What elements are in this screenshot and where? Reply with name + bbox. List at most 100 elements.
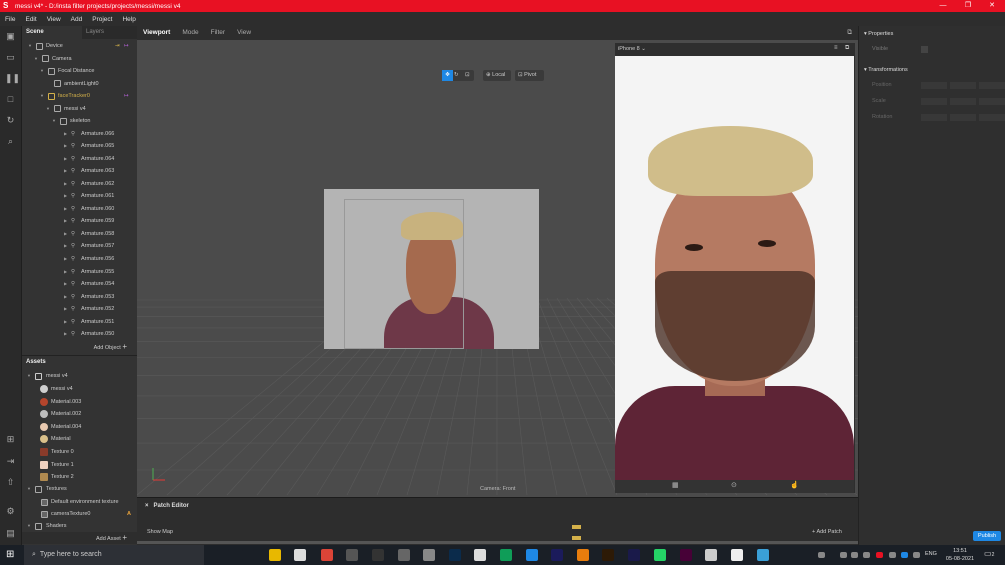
expand-right-icon[interactable]: ▶ xyxy=(64,316,67,328)
expand-right-icon[interactable]: ▶ xyxy=(64,240,67,252)
expand-right-icon[interactable]: ▶ xyxy=(64,203,67,215)
keyboard-icon[interactable] xyxy=(818,552,825,558)
panel-icon[interactable]: ▤ xyxy=(5,528,16,539)
scale-tool-icon[interactable]: ⊡ xyxy=(465,70,470,81)
app-icon[interactable] xyxy=(423,549,435,561)
scene-node-armature[interactable]: ▶ ⚲ Armature.064 xyxy=(22,153,137,165)
menu-help[interactable]: Help xyxy=(117,16,140,23)
scene-node-armature[interactable]: ▶ ⚲ Armature.059 xyxy=(22,215,137,227)
app-icon[interactable] xyxy=(398,549,410,561)
file-explorer-icon[interactable] xyxy=(269,549,281,561)
blender-icon[interactable] xyxy=(577,549,589,561)
taskbar-search[interactable]: ⌕ Type here to search xyxy=(24,545,204,565)
device-select[interactable]: iPhone 8 ⌄ xyxy=(618,45,646,54)
minimize-button[interactable]: — xyxy=(930,0,956,12)
scene-node-armature[interactable]: ▶ ⚲ Armature.065 xyxy=(22,140,137,152)
menu-edit[interactable]: Edit xyxy=(20,16,41,23)
touch-icon[interactable]: ☝ xyxy=(790,481,799,489)
media-encoder-icon[interactable] xyxy=(551,549,563,561)
scene-node-armature[interactable]: ▶ ⚲ Armature.056 xyxy=(22,253,137,265)
expand-right-icon[interactable]: ▶ xyxy=(64,140,67,152)
language-indicator[interactable]: ENG xyxy=(925,551,937,557)
scene-node-armature[interactable]: ▶ ⚲ Armature.058 xyxy=(22,228,137,240)
scene-node-armature[interactable]: ▶ ⚲ Armature.051 xyxy=(22,316,137,328)
expand-right-icon[interactable]: ▶ xyxy=(64,291,67,303)
asset-item[interactable]: Texture 2 xyxy=(22,471,137,483)
scene-node[interactable]: ▼ faceTracker0 ↦ xyxy=(22,90,137,102)
expand-right-icon[interactable]: ▶ xyxy=(64,278,67,290)
expand-right-icon[interactable]: ▶ xyxy=(64,303,67,315)
tab-layers[interactable]: Layers xyxy=(82,26,108,39)
expand-icon[interactable]: ▼ xyxy=(40,65,44,77)
expand-icon[interactable]: ▼ xyxy=(46,103,50,115)
chevron-up-icon[interactable] xyxy=(840,552,847,558)
refresh-icon[interactable]: ↻ xyxy=(5,115,16,126)
scene-node-armature[interactable]: ▶ ⚲ Armature.054 xyxy=(22,278,137,290)
publish-button[interactable]: Publish xyxy=(973,531,1001,541)
whatsapp-icon[interactable] xyxy=(654,549,666,561)
rotation-y-field[interactable] xyxy=(950,114,976,121)
expand-right-icon[interactable]: ▶ xyxy=(64,266,67,278)
asset-item[interactable]: Texture 1 xyxy=(22,459,137,471)
add-asset-button[interactable]: Add Asset + xyxy=(22,532,137,544)
expand-right-icon[interactable]: ▶ xyxy=(64,328,67,340)
menu-project[interactable]: Project xyxy=(87,16,117,23)
vscode-icon[interactable] xyxy=(526,549,538,561)
scene-node-armature[interactable]: ▶ ⚲ Armature.052 xyxy=(22,303,137,315)
scene-node[interactable]: ▼ Camera xyxy=(22,53,137,65)
notion-icon[interactable] xyxy=(372,549,384,561)
layout-icon[interactable]: ▣ xyxy=(5,31,16,42)
expand-right-icon[interactable]: ▶ xyxy=(64,128,67,140)
simulator-screen[interactable] xyxy=(615,56,854,480)
asset-item[interactable]: Default environment texture xyxy=(22,496,137,508)
expand-right-icon[interactable]: ▶ xyxy=(64,253,67,265)
properties-header[interactable]: ▾ Properties xyxy=(864,31,893,37)
expand-icon[interactable]: ▼ xyxy=(40,90,44,102)
move-tool-icon[interactable]: ✥ xyxy=(442,70,453,81)
tab-scene[interactable]: Scene xyxy=(22,26,82,39)
scene-node[interactable]: ambientLight0 xyxy=(22,78,137,90)
position-x-field[interactable] xyxy=(921,82,947,89)
scene-node-armature[interactable]: ▶ ⚲ Armature.057 xyxy=(22,240,137,252)
link-icon[interactable]: ↦ xyxy=(124,40,129,52)
send-to-device-icon[interactable]: ⇥ xyxy=(5,456,16,467)
bug-icon[interactable]: ⚙ xyxy=(5,506,16,517)
screenshot-icon[interactable]: ⊙ xyxy=(731,481,737,489)
close-icon[interactable]: × xyxy=(145,503,149,509)
visible-checkbox[interactable] xyxy=(921,46,928,53)
onedrive-icon[interactable] xyxy=(851,552,858,558)
scene-node-armature[interactable]: ▶ ⚲ Armature.062 xyxy=(22,178,137,190)
antivirus-icon[interactable] xyxy=(876,552,883,558)
document-icon[interactable] xyxy=(731,549,743,561)
scene-node-armature[interactable]: ▶ ⚲ Armature.060 xyxy=(22,203,137,215)
menu-icon[interactable]: ≡ xyxy=(834,45,838,51)
popout-icon[interactable]: ⧉ xyxy=(841,26,858,40)
tab-filter[interactable]: Filter xyxy=(205,26,231,40)
asset-item[interactable]: Material xyxy=(22,433,137,445)
asset-item[interactable]: cameraTexture0 A xyxy=(22,508,137,520)
tab-viewport[interactable]: Viewport xyxy=(137,26,176,40)
add-patch-button[interactable]: + Add Patch xyxy=(812,529,842,535)
notepad-icon[interactable] xyxy=(705,549,717,561)
expand-icon[interactable]: ▼ xyxy=(52,115,56,127)
illustrator-icon[interactable] xyxy=(602,549,614,561)
tab-view[interactable]: View xyxy=(231,26,257,40)
scene-node-armature[interactable]: ▶ ⚲ Armature.063 xyxy=(22,165,137,177)
scene-node[interactable]: ▼ Device ⇥ ↦ xyxy=(22,40,137,52)
video-icon[interactable]: ▭ xyxy=(5,52,16,63)
pivot-button[interactable]: ⊡ Pivot xyxy=(515,70,544,81)
asset-item[interactable]: Material.002 xyxy=(22,408,137,420)
photoshop-icon[interactable] xyxy=(449,549,461,561)
menu-view[interactable]: View xyxy=(42,16,66,23)
scale-y-field[interactable] xyxy=(950,98,976,105)
expand-right-icon[interactable]: ▶ xyxy=(64,215,67,227)
rotation-z-field[interactable] xyxy=(979,114,1005,121)
xd-icon[interactable] xyxy=(680,549,692,561)
shaders-folder[interactable]: ▼ Shaders xyxy=(22,520,137,532)
clock[interactable]: 13:51 05-08-2021 xyxy=(945,547,975,563)
camera-toggle-icon[interactable]: ▦ xyxy=(672,481,679,489)
scene-node-armature[interactable]: ▶ ⚲ Armature.055 xyxy=(22,266,137,278)
show-map-button[interactable]: Show Map xyxy=(147,529,173,535)
stop-icon[interactable]: □ xyxy=(5,94,16,105)
expand-right-icon[interactable]: ▶ xyxy=(64,165,67,177)
